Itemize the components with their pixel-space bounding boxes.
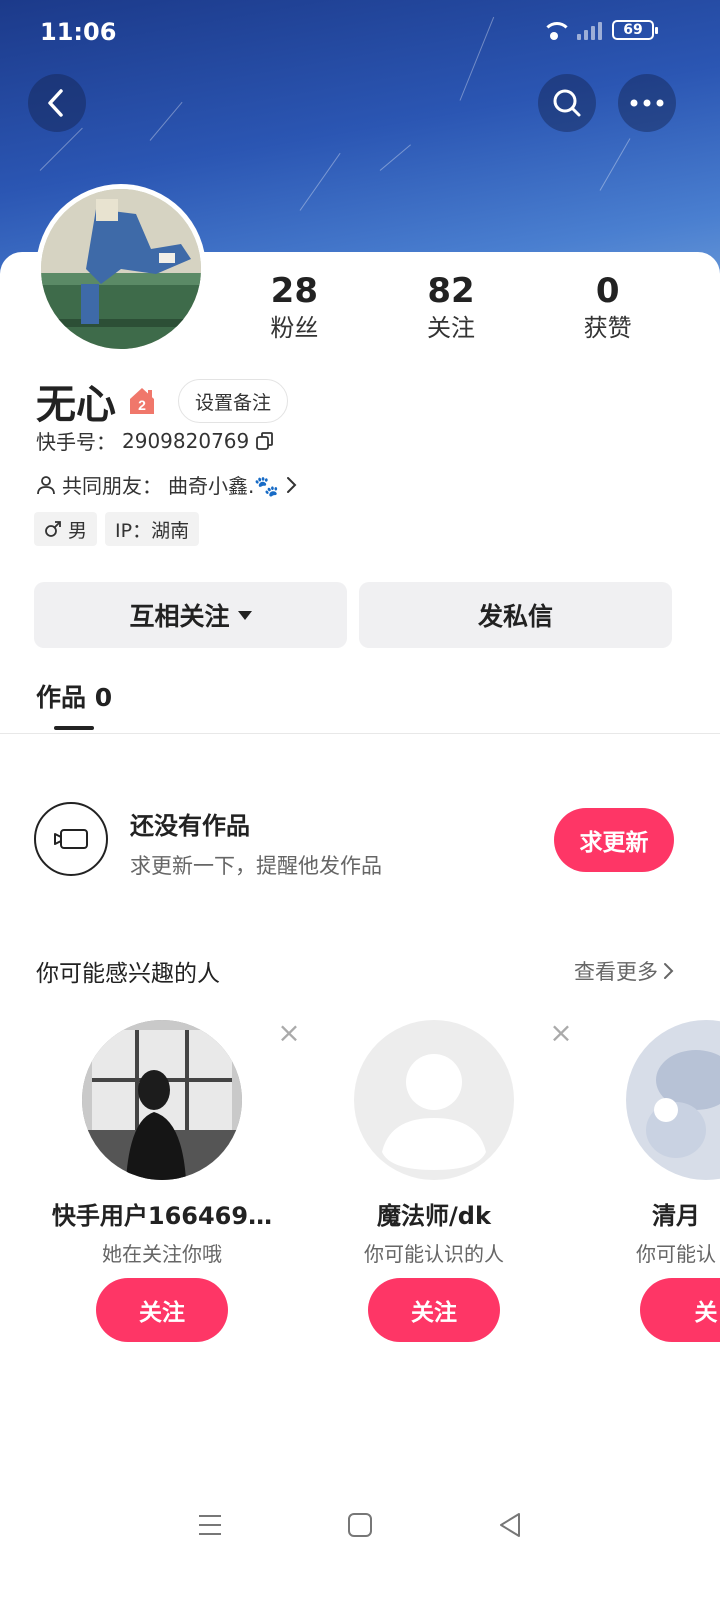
male-icon — [45, 521, 61, 537]
stat-number: 28 — [270, 271, 318, 311]
suggested-user-avatar[interactable] — [626, 1020, 720, 1180]
empty-works: 还没有作品 求更新一下，提醒他发作品 求更新 — [34, 802, 674, 878]
suggested-user-reason: 她在关注你哦 — [102, 1242, 222, 1266]
suggested-user-reason: 你可能认 — [636, 1242, 716, 1266]
see-more-label: 查看更多 — [574, 960, 658, 984]
stat-label: 关注 — [427, 314, 475, 342]
name-row: 无心 2 设置备注 — [36, 372, 289, 430]
mutual-friends-label: 共同朋友： — [62, 474, 162, 498]
profile-name: 无心 — [36, 382, 116, 428]
follow-button[interactable]: 关 — [640, 1278, 720, 1342]
empty-title: 还没有作品 — [130, 812, 250, 840]
mutual-follow-button[interactable]: 互相关注 — [34, 582, 347, 648]
send-message-label: 发私信 — [477, 602, 553, 631]
status-time: 11:06 — [40, 18, 117, 46]
send-message-button[interactable]: 发私信 — [359, 582, 672, 648]
signal-icon — [577, 20, 602, 40]
system-navbar — [0, 1490, 720, 1560]
suggested-user-card[interactable]: × 魔法师/dk 你可能认识的人 关注 — [296, 1018, 573, 1350]
user-id-row: 快手号： 2909820769 — [36, 426, 275, 455]
search-button[interactable] — [538, 74, 596, 132]
home-square-icon — [348, 1513, 372, 1537]
banner-streak — [149, 101, 183, 141]
gender-tag: 男 — [34, 512, 98, 546]
mutual-friends-value: 曲奇小鑫.🐾 — [168, 474, 280, 498]
interest-header: 你可能感兴趣的人 查看更多 — [36, 954, 676, 988]
battery-level: 69 — [623, 22, 643, 38]
more-button[interactable] — [618, 74, 676, 132]
back-triangle-icon — [500, 1513, 520, 1537]
back-nav-button[interactable] — [490, 1505, 530, 1545]
caret-down-icon — [237, 610, 252, 620]
wifi-icon — [541, 20, 572, 40]
see-more-link[interactable]: 查看更多 — [574, 956, 676, 986]
mutual-follow-label: 互相关注 — [129, 602, 230, 631]
person-icon — [37, 475, 55, 494]
banner-streak — [599, 138, 631, 191]
chevron-right-icon — [287, 476, 297, 493]
stat-fans[interactable]: 28 粉丝 — [216, 270, 373, 344]
menu-icon — [199, 1515, 221, 1535]
stat-following[interactable]: 82 关注 — [373, 270, 530, 344]
profile-tags: 男 IP：湖南 — [34, 512, 200, 546]
mutual-friends-row[interactable]: 共同朋友： 曲奇小鑫.🐾 — [36, 470, 299, 499]
menu-nav-button[interactable] — [190, 1505, 230, 1545]
banner-streak — [39, 127, 83, 171]
status-icons: 69 — [541, 20, 658, 40]
stat-number: 0 — [595, 271, 620, 311]
profile-stats: 28 粉丝 82 关注 0 获赞 — [216, 270, 686, 344]
suggested-user-reason: 你可能认识的人 — [364, 1242, 504, 1266]
tab-underline — [54, 726, 94, 730]
ip-text: IP：湖南 — [115, 519, 190, 542]
tab-works[interactable]: 作品 0 — [36, 678, 112, 714]
ip-tag: IP：湖南 — [105, 512, 200, 546]
user-id-value: 2909820769 — [122, 428, 250, 453]
suggested-user-avatar[interactable] — [82, 1020, 242, 1180]
status-bar: 11:06 69 — [0, 0, 720, 64]
more-dots-icon — [630, 99, 664, 107]
back-arrow-icon — [48, 89, 63, 117]
battery-icon: 69 — [612, 20, 658, 40]
suggested-user-card[interactable]: 清月 你可能认 关 — [568, 1020, 720, 1350]
suggested-user-name: 清月 — [652, 1202, 700, 1230]
suggested-user-avatar[interactable] — [354, 1020, 514, 1180]
suggested-user-name: 魔法师/dk — [377, 1202, 491, 1230]
profile-avatar[interactable] — [36, 184, 206, 354]
level-badge-icon: 2 — [126, 385, 158, 417]
chevron-right-icon — [664, 963, 674, 979]
level-number: 2 — [138, 397, 146, 413]
suggested-user-name: 快手用户166469… — [51, 1202, 273, 1230]
suggested-user-card[interactable]: × 快手用户166469… 她在关注你哦 关注 — [24, 1018, 301, 1350]
back-button[interactable] — [28, 74, 86, 132]
banner-streak — [379, 144, 411, 171]
user-id-label: 快手号： — [36, 430, 116, 454]
request-update-button[interactable]: 求更新 — [554, 808, 674, 872]
gender-text: 男 — [68, 519, 88, 542]
interest-title: 你可能感兴趣的人 — [36, 961, 220, 987]
search-icon — [553, 89, 581, 117]
home-nav-button[interactable] — [340, 1505, 380, 1545]
set-remark-button[interactable]: 设置备注 — [178, 379, 289, 423]
stat-label: 粉丝 — [270, 314, 319, 342]
stat-number: 82 — [427, 271, 475, 311]
copy-icon[interactable] — [255, 431, 275, 451]
banner-streak — [299, 152, 341, 211]
avatar-image — [41, 189, 201, 349]
stat-likes[interactable]: 0 获赞 — [529, 270, 686, 344]
follow-button[interactable]: 关注 — [96, 1278, 228, 1342]
empty-subtitle: 求更新一下，提醒他发作品 — [130, 854, 382, 878]
follow-button[interactable]: 关注 — [368, 1278, 500, 1342]
video-camera-icon — [34, 802, 108, 876]
profile-actions: 互相关注 发私信 — [34, 582, 672, 648]
stat-label: 获赞 — [583, 314, 632, 342]
tab-divider — [0, 733, 720, 734]
